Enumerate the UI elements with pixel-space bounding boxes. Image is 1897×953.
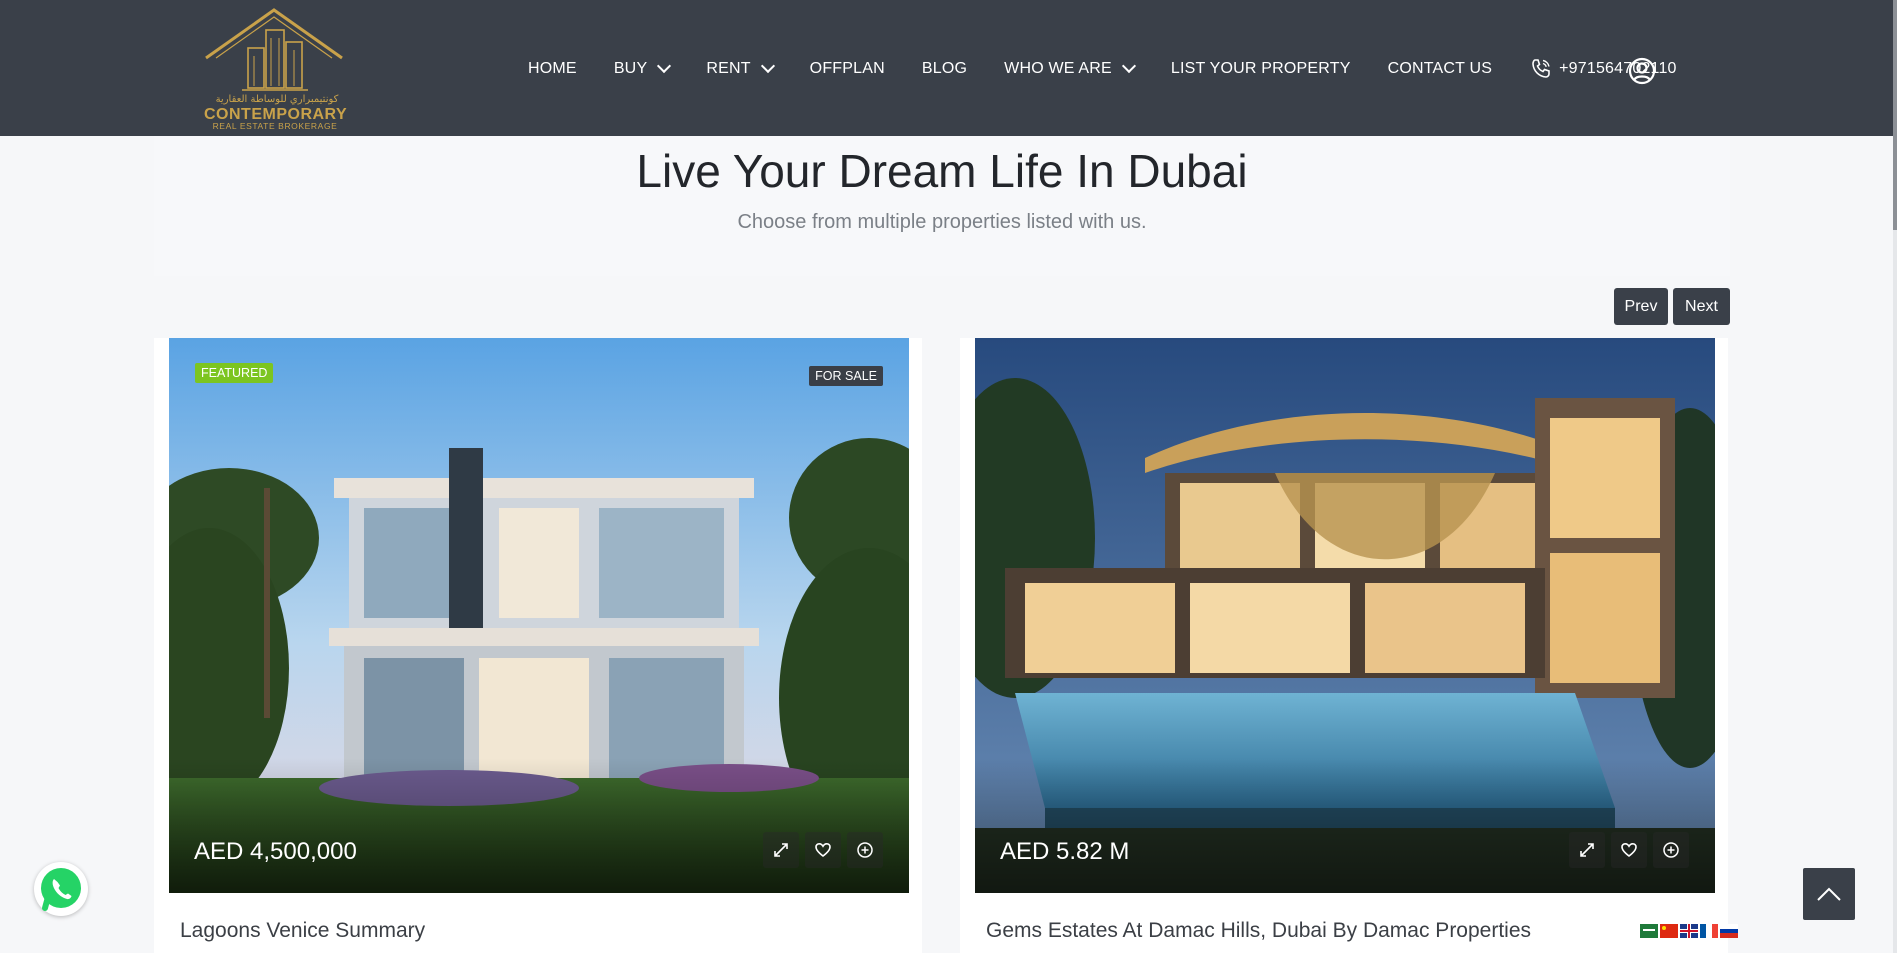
favorite-heart-icon[interactable]: [805, 832, 841, 868]
logo-tagline: REAL ESTATE BROKERAGE: [212, 121, 338, 131]
chevron-down-icon: [1121, 58, 1136, 74]
nav-buy-label: BUY: [613, 60, 648, 77]
property-price: AED 5.82 M: [1000, 838, 1130, 865]
next-button[interactable]: Next: [1673, 288, 1730, 325]
nav-who-we-are[interactable]: WHO WE ARE: [1004, 58, 1136, 78]
section-title: Live Your Dream Life In Dubai: [636, 145, 1248, 197]
featured-badge: FEATURED: [195, 363, 274, 383]
nav-list-your-property[interactable]: LIST YOUR PROPERTY: [1171, 60, 1351, 78]
nav-contact-us-label: CONTACT US: [1387, 60, 1493, 77]
expand-icon[interactable]: [763, 832, 799, 868]
flag-french-icon[interactable]: [1700, 924, 1718, 938]
chevron-up-icon: [1817, 887, 1841, 901]
scroll-to-top-button[interactable]: [1803, 868, 1855, 920]
property-photo[interactable]: FEATURED FOR SALE AED 4,500,000: [169, 338, 909, 893]
brand-logo[interactable]: كونتيمبراري للوساطة العقارية CONTEMPORAR…: [204, 8, 347, 131]
compare-plus-icon[interactable]: [847, 832, 883, 868]
main-nav: HOME BUY RENT OFFPLAN BLOG WHO WE ARE LI…: [528, 55, 1677, 83]
flag-russian-icon[interactable]: [1720, 924, 1738, 938]
nav-rent-label: RENT: [706, 60, 751, 77]
page-scrollbar[interactable]: [1893, 0, 1897, 953]
compare-plus-icon[interactable]: [1653, 832, 1689, 868]
chevron-down-icon: [760, 58, 775, 74]
nav-offplan-label: OFFPLAN: [809, 60, 885, 77]
property-card[interactable]: FEATURED FOR SALE AED 4,500,000 Lagoons …: [154, 338, 922, 953]
flag-chinese-icon[interactable]: [1660, 924, 1678, 938]
property-title[interactable]: Lagoons Venice Summary: [180, 919, 425, 943]
language-switcher: [1640, 924, 1740, 938]
nav-who-we-are-label: WHO WE ARE: [1004, 60, 1112, 77]
flag-english-icon[interactable]: [1680, 924, 1698, 938]
for-sale-badge: FOR SALE: [809, 366, 883, 386]
site-header: كونتيمبراري للوساطة العقارية CONTEMPORAR…: [0, 0, 1893, 136]
logo-arabic-text: كونتيمبراري للوساطة العقارية: [215, 94, 339, 105]
phone-number: +971564702110: [1559, 60, 1677, 77]
property-photo[interactable]: AED 5.82 M: [975, 338, 1715, 893]
nav-rent[interactable]: RENT: [706, 58, 775, 78]
nav-home[interactable]: HOME: [528, 60, 577, 78]
nav-home-label: HOME: [528, 60, 577, 77]
villa-pool-photo-image: [975, 338, 1715, 893]
card-tools: [757, 832, 883, 868]
logo-house-icon: [205, 8, 343, 91]
prev-button[interactable]: Prev: [1614, 288, 1668, 325]
nav-list-your-property-label: LIST YOUR PROPERTY: [1170, 60, 1351, 77]
card-tools: [1563, 832, 1689, 868]
nav-blog[interactable]: BLOG: [922, 60, 967, 78]
section-subtitle: Choose from multiple properties listed w…: [737, 211, 1147, 233]
nav-buy[interactable]: BUY: [613, 58, 672, 78]
expand-icon[interactable]: [1569, 832, 1605, 868]
nav-contact-us[interactable]: CONTACT US: [1388, 60, 1493, 78]
nav-blog-label: BLOG: [921, 60, 968, 77]
favorite-heart-icon[interactable]: [1611, 832, 1647, 868]
flag-arabic-icon[interactable]: [1640, 924, 1658, 938]
property-card[interactable]: AED 5.82 M Gems Estates At Damac Hills, …: [960, 338, 1728, 953]
nav-offplan[interactable]: OFFPLAN: [810, 60, 885, 78]
property-price: AED 4,500,000: [194, 838, 357, 865]
phone-icon: [1532, 59, 1550, 78]
villa-photo-image: [169, 338, 909, 893]
whatsapp-icon: [41, 868, 81, 911]
whatsapp-chat-button[interactable]: [34, 862, 88, 916]
chevron-down-icon: [657, 58, 672, 74]
scrollbar-thumb[interactable]: [1893, 0, 1897, 230]
user-account-icon[interactable]: [1628, 57, 1656, 90]
property-title[interactable]: Gems Estates At Damac Hills, Dubai By Da…: [986, 919, 1531, 943]
